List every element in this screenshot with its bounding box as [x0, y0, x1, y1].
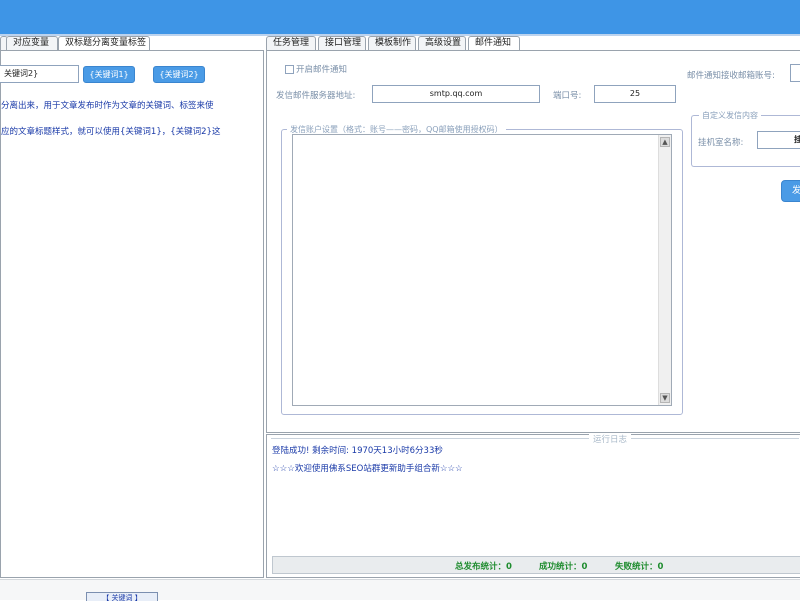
tab-task-management[interactable]: 任务管理 [266, 36, 316, 51]
tab-interface-management[interactable]: 接口管理 [318, 36, 366, 51]
log-line-welcome: ☆☆☆欢迎使用佛系SEO站群更新助手组合新☆☆☆ [272, 464, 463, 474]
tab-label: 双标题分离变量标签 [65, 38, 147, 48]
receive-email-input[interactable] [790, 64, 800, 82]
scroll-up-icon[interactable]: ▲ [660, 137, 670, 147]
send-button[interactable]: 发 [781, 180, 800, 202]
tab-label: 接口管理 [325, 38, 362, 48]
keyword-split-input[interactable]: 关键词2} [0, 65, 79, 83]
tab-label: 模板制作 [375, 38, 412, 48]
tab-label: 邮件通知 [475, 38, 512, 48]
left-panel: 关键词2} {关键词1} {关键词2} 分离出来，用于文章发布时作为文章的关键词… [0, 50, 264, 578]
machine-room-input[interactable]: 挂 [757, 131, 800, 149]
account-scrollbar[interactable]: ▲ ▼ [658, 135, 671, 405]
tab-label: 任务管理 [273, 38, 310, 48]
enable-email-label: 开启邮件通知 [296, 65, 348, 75]
custom-content-legend: 自定义发信内容 [699, 110, 761, 121]
keyword1-button[interactable]: {关键词1} [83, 66, 135, 83]
server-address-input[interactable]: smtp.qq.com [372, 85, 540, 103]
tab-label: 高级设置 [425, 38, 462, 48]
run-log-title: 运行日志 [589, 433, 632, 445]
log-title-rule [271, 438, 799, 439]
success-stat: 成功统计：0 [539, 562, 588, 572]
tab-corresponding-variables[interactable]: 对应变量 [6, 36, 58, 51]
tab-advanced-settings[interactable]: 高级设置 [418, 36, 466, 51]
account-textarea[interactable]: ▲ ▼ [292, 134, 672, 406]
enable-email-checkbox[interactable] [285, 65, 294, 74]
total-publish-stat: 总发布统计：0 [455, 562, 512, 572]
statistics-bar: 总发布统计：0 成功统计：0 失败统计：0 [272, 556, 800, 574]
machine-room-label: 挂机室名称: [698, 138, 744, 148]
keyword2-button[interactable]: {关键词2} [153, 66, 205, 83]
failure-stat: 失败统计：0 [615, 562, 664, 572]
receive-email-label: 邮件通知接收邮箱账号: [687, 71, 775, 81]
tab-template-making[interactable]: 模板制作 [368, 36, 416, 51]
port-input[interactable]: 25 [594, 85, 676, 103]
tab-label: 对应变量 [13, 38, 50, 48]
server-address-label: 发信邮件服务器地址: [276, 91, 356, 101]
email-settings-panel: 开启邮件通知 发信邮件服务器地址: smtp.qq.com 端口号: 25 邮件… [266, 50, 800, 433]
port-label: 端口号: [553, 91, 582, 101]
description-line-1: 分离出来，用于文章发布时作为文章的关键词、标签来使 [1, 101, 214, 111]
scroll-down-icon[interactable]: ▼ [660, 393, 670, 403]
log-line-login: 登陆成功! 剩余时间: 1970天13小时6分33秒 [272, 446, 443, 456]
title-bar [0, 0, 800, 34]
description-line-2: 应的文章标题样式，就可以使用{关键词1}，{关键词2}这 [1, 127, 221, 137]
